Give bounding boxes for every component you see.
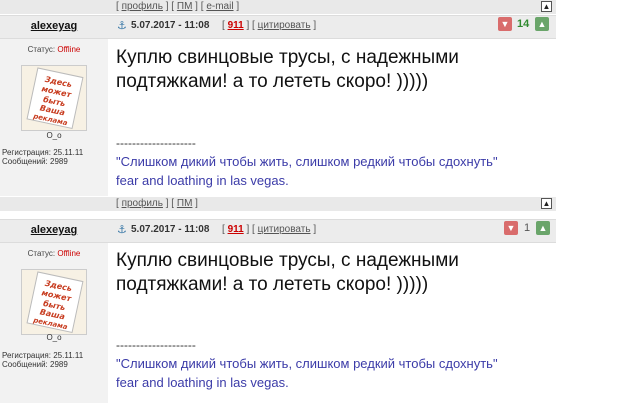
- status-value: Offline: [57, 45, 81, 54]
- quote-link[interactable]: цитировать: [258, 224, 311, 235]
- rating-widget: ▼ 14 ▲: [498, 17, 550, 33]
- status-value: Offline: [57, 249, 81, 258]
- status-label: Статус:: [27, 249, 56, 258]
- post-date: 5.07.2017 - 11:08: [131, 224, 210, 235]
- email-link[interactable]: e-mail: [206, 1, 233, 12]
- avatar[interactable]: Здесь может быть Ваша реклама: [21, 65, 87, 131]
- scroll-to-top-button[interactable]: ▲: [541, 198, 552, 209]
- signature-line-1: "Слишком дикий чтобы жить, слишком редки…: [116, 154, 498, 169]
- signature-line-2: fear and loathing in las vegas.: [116, 375, 289, 390]
- avatar-ad-image: Здесь может быть Ваша реклама: [22, 66, 86, 130]
- post-meta: [ 911 ] [ цитировать ]: [222, 224, 317, 235]
- post-body: Куплю свинцовые трусы, с надежными подтя…: [116, 47, 459, 92]
- thumb-up-icon[interactable]: ▲: [536, 221, 550, 235]
- thumb-down-icon[interactable]: ▼: [504, 221, 518, 235]
- message-count: Сообщений: 2989: [2, 360, 68, 369]
- post-body: Куплю свинцовые трусы, с надежными подтя…: [116, 250, 459, 295]
- quote-link[interactable]: цитировать: [258, 20, 311, 31]
- rating-widget: ▼ 1 ▲: [504, 221, 550, 237]
- author-nickname: O_o: [46, 333, 62, 342]
- author-nickname: O_o: [46, 131, 62, 140]
- registration-date: Регистрация: 25.11.11: [2, 351, 84, 360]
- post-footer-bar-previous: [ профиль ] [ ПМ ] [ e-mail ] ▲: [0, 0, 556, 14]
- signature-separator: --------------------: [116, 136, 196, 150]
- forum-post: alexeyag ⚓ 5.07.2017 - 11:08 [ 911 ] [ ц…: [0, 15, 556, 196]
- signature-line-1: "Слишком дикий чтобы жить, слишком редки…: [116, 356, 498, 371]
- avatar-ad-image: Здесь может быть Ваша реклама: [22, 270, 86, 334]
- pm-link[interactable]: ПМ: [177, 1, 193, 12]
- footer-links: [ профиль ] [ ПМ ]: [116, 198, 198, 209]
- profile-link[interactable]: профиль: [122, 1, 163, 12]
- thumb-up-icon[interactable]: ▲: [535, 17, 549, 31]
- signature-separator: --------------------: [116, 338, 196, 352]
- status-label: Статус:: [27, 45, 56, 54]
- author-registration: Регистрация: 25.11.11 Сообщений: 2989: [2, 351, 83, 369]
- page-right-margin: [556, 0, 640, 403]
- rating-count: 1: [524, 222, 531, 234]
- post-number-link[interactable]: 911: [228, 20, 244, 31]
- message-count: Сообщений: 2989: [2, 157, 68, 166]
- scroll-to-top-button[interactable]: ▲: [541, 1, 552, 12]
- post-signature: "Слишком дикий чтобы жить, слишком редки…: [116, 152, 556, 190]
- registration-date: Регистрация: 25.11.11: [2, 148, 84, 157]
- author-username[interactable]: alexeyag: [0, 224, 108, 236]
- thumb-down-icon[interactable]: ▼: [498, 17, 512, 31]
- post-footer-bar: [ профиль ] [ ПМ ] ▲: [0, 197, 556, 211]
- author-status: Статус: Offline: [0, 249, 108, 258]
- anchor-icon[interactable]: ⚓: [117, 19, 127, 32]
- rating-count: 14: [517, 18, 530, 30]
- pm-link[interactable]: ПМ: [177, 198, 193, 209]
- author-username[interactable]: alexeyag: [0, 20, 108, 32]
- signature-line-2: fear and loathing in las vegas.: [116, 173, 289, 188]
- author-status: Статус: Offline: [0, 45, 108, 54]
- avatar[interactable]: Здесь может быть Ваша реклама: [21, 269, 87, 335]
- post-signature: "Слишком дикий чтобы жить, слишком редки…: [116, 354, 556, 392]
- post-date: 5.07.2017 - 11:08: [131, 20, 210, 31]
- author-registration: Регистрация: 25.11.11 Сообщений: 2989: [2, 148, 83, 166]
- post-number-link[interactable]: 911: [228, 224, 244, 235]
- post-meta: [ 911 ] [ цитировать ]: [222, 20, 317, 31]
- profile-link[interactable]: профиль: [122, 198, 163, 209]
- anchor-icon[interactable]: ⚓: [117, 223, 127, 236]
- forum-post: alexeyag ⚓ 5.07.2017 - 11:08 [ 911 ] [ ц…: [0, 219, 556, 403]
- footer-links: [ профиль ] [ ПМ ] [ e-mail ]: [116, 1, 240, 12]
